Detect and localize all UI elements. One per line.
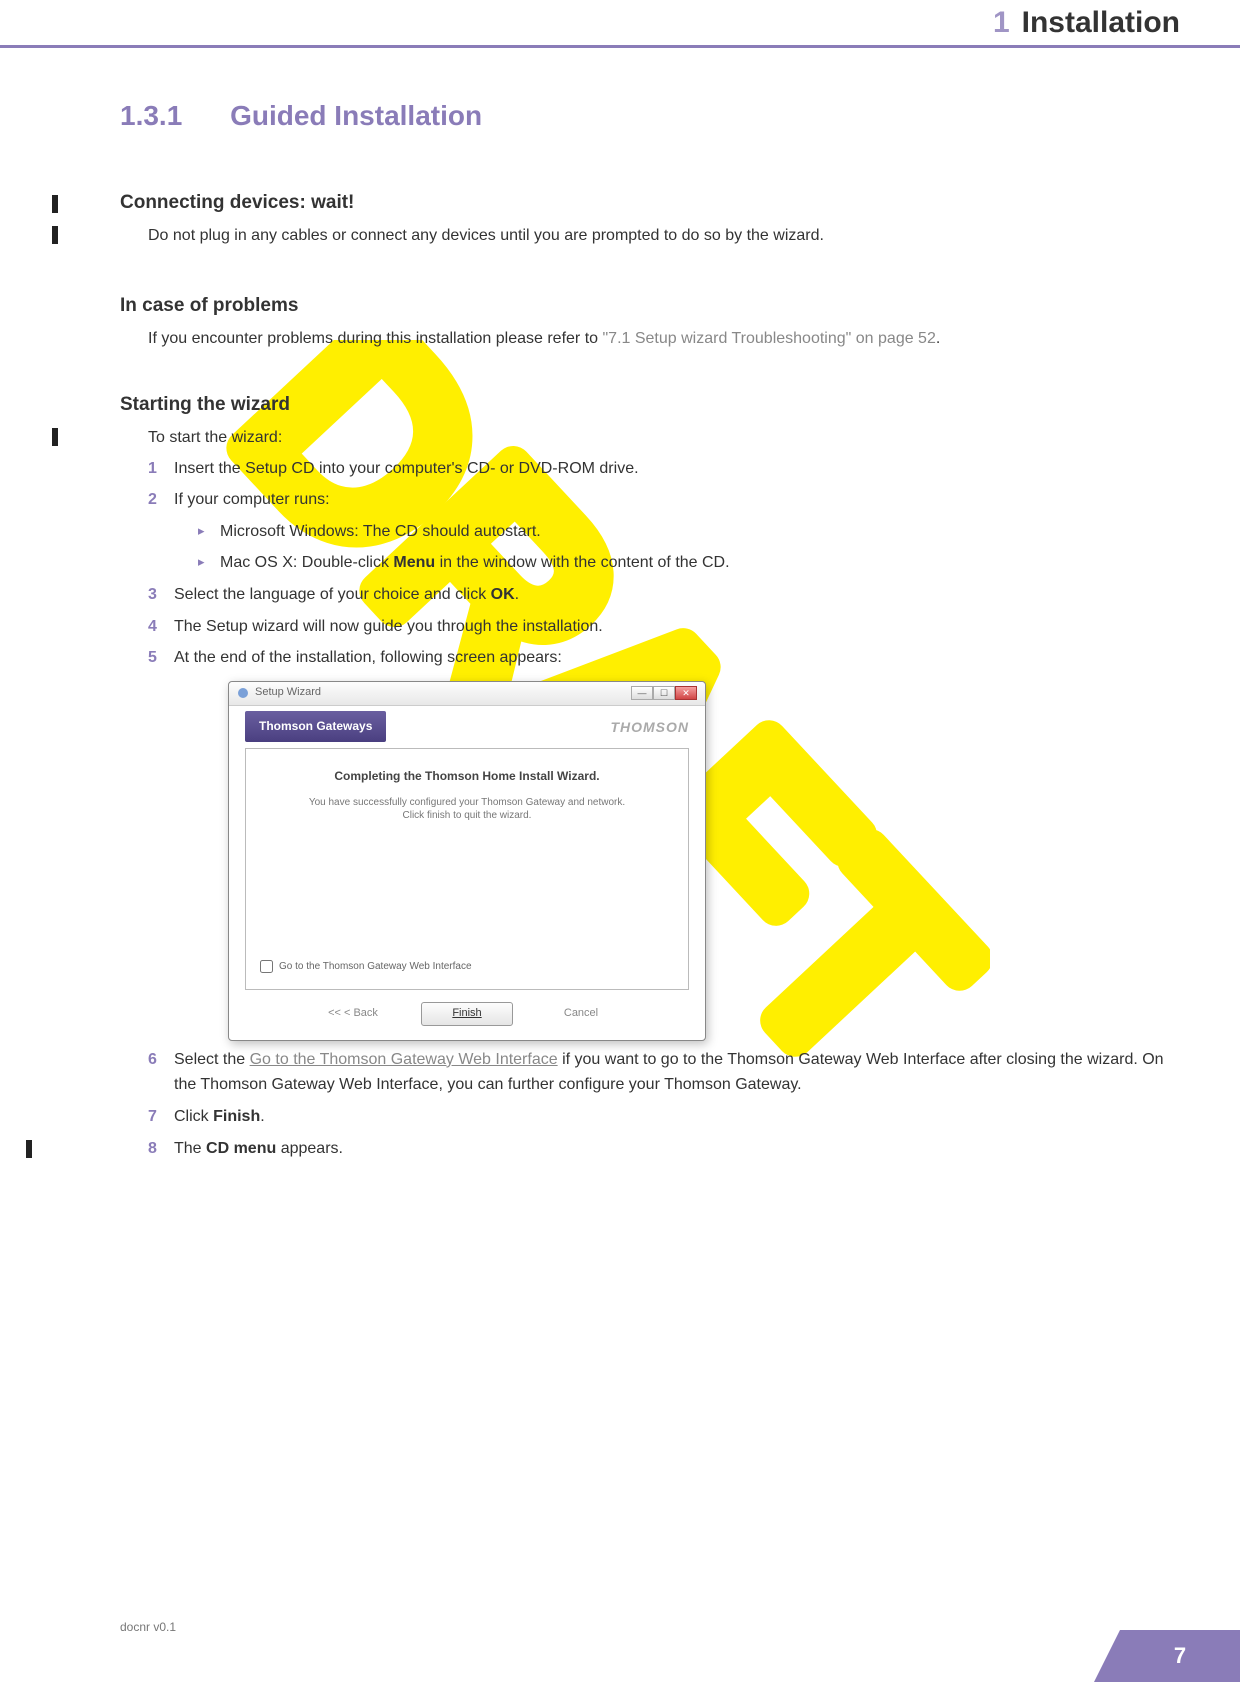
crossref-link[interactable]: "7.1 Setup wizard Troubleshooting" on pa… <box>602 330 935 347</box>
section-heading: 1.3.1 Guided Installation <box>120 100 1180 132</box>
revision-mark-icon <box>26 1140 32 1158</box>
step-7: 7 Click Finish. <box>148 1104 1180 1130</box>
web-interface-link[interactable]: Go to the Thomson Gateway Web Interface <box>250 1051 558 1068</box>
goto-web-interface-checkbox[interactable] <box>260 960 273 973</box>
text-starting-intro: To start the wizard: <box>148 426 1180 449</box>
section-title: Guided Installation <box>230 100 482 131</box>
revision-mark-icon <box>52 195 58 213</box>
wizard-body: Completing the Thomson Home Install Wiza… <box>245 748 689 990</box>
substep-windows: Microsoft Windows: The CD should autosta… <box>198 519 1180 545</box>
page-header: 1 Installation <box>0 0 1240 48</box>
wizard-pill: Thomson Gateways <box>245 711 386 742</box>
page-number: 7 <box>1174 1643 1186 1669</box>
step-4: 4 The Setup wizard will now guide you th… <box>148 614 1180 640</box>
heading-connecting: Connecting devices: wait! <box>120 192 1180 214</box>
back-button: << < Back <box>307 1002 399 1026</box>
page-number-box: 7 <box>1120 1630 1240 1682</box>
chapter-title: Installation <box>1022 6 1180 40</box>
wizard-titlebar: Setup Wizard — ☐ ✕ <box>229 682 705 706</box>
step-3: 3 Select the language of your choice and… <box>148 582 1180 608</box>
wizard-checkbox-label: Go to the Thomson Gateway Web Interface <box>279 959 472 975</box>
minimize-button[interactable]: — <box>631 686 653 700</box>
ordered-steps: 1 Insert the Setup CD into your computer… <box>148 456 1180 1162</box>
section-number: 1.3.1 <box>120 100 182 131</box>
revision-mark-icon <box>52 226 58 244</box>
substep-mac: Mac OS X: Double-click Menu in the windo… <box>198 550 1180 576</box>
heading-starting: Starting the wizard <box>120 394 1180 416</box>
sub-steps: Microsoft Windows: The CD should autosta… <box>198 519 1180 576</box>
step-1: 1 Insert the Setup CD into your computer… <box>148 456 1180 482</box>
wizard-screenshot: Setup Wizard — ☐ ✕ Thomson Gateways THOM… <box>228 681 706 1041</box>
doc-version: docnr v0.1 <box>120 1620 176 1634</box>
thomson-logo: THOMSON <box>610 716 689 738</box>
finish-button[interactable]: Finish <box>421 1002 513 1026</box>
wizard-window-title: Setup Wizard <box>255 684 321 702</box>
chapter-number: 1 <box>993 6 1010 40</box>
heading-problems: In case of problems <box>120 295 1180 317</box>
text-problems: If you encounter problems during this in… <box>148 327 1180 350</box>
maximize-button[interactable]: ☐ <box>653 686 675 700</box>
wizard-banner: Thomson Gateways THOMSON <box>229 706 705 748</box>
step-2: 2 If your computer runs: Microsoft Windo… <box>148 487 1180 576</box>
wizard-main-text: Completing the Thomson Home Install Wiza… <box>258 767 676 786</box>
step-8: 8 The CD menu appears. <box>148 1136 1180 1162</box>
page-footer: docnr v0.1 7 <box>0 1622 1240 1682</box>
wizard-checkbox-row[interactable]: Go to the Thomson Gateway Web Interface <box>260 959 472 975</box>
close-button[interactable]: ✕ <box>675 686 697 700</box>
wizard-sub-text: You have successfully configured your Th… <box>258 796 676 822</box>
wizard-button-row: << < Back Finish Cancel <box>229 1002 705 1040</box>
cancel-button: Cancel <box>535 1002 627 1026</box>
text-connecting: Do not plug in any cables or connect any… <box>148 224 1180 247</box>
step-5: 5 At the end of the installation, follow… <box>148 645 1180 1041</box>
wizard-app-icon <box>237 687 249 699</box>
page-content: 1.3.1 Guided Installation Connecting dev… <box>120 100 1180 1161</box>
step-6: 6 Select the Go to the Thomson Gateway W… <box>148 1047 1180 1098</box>
revision-mark-icon <box>52 428 58 446</box>
